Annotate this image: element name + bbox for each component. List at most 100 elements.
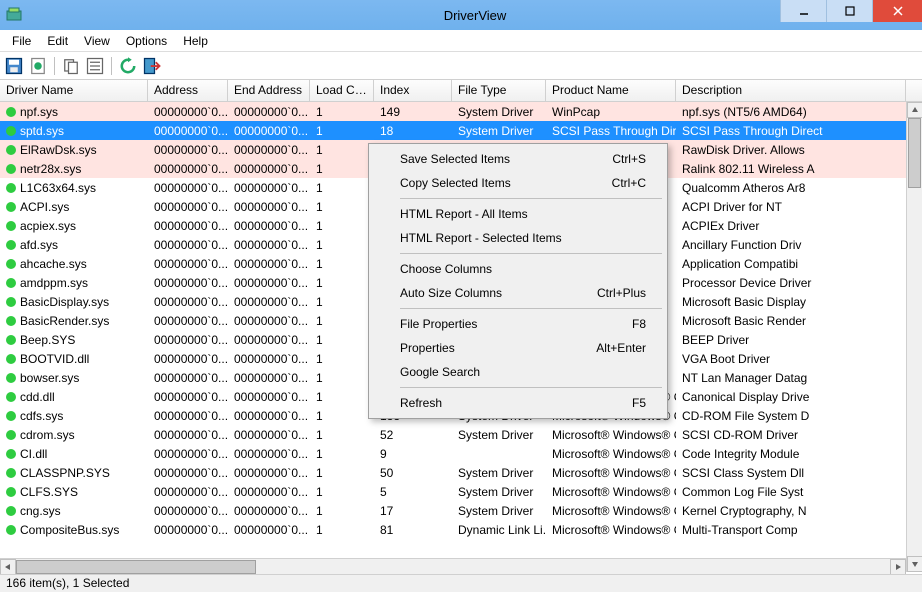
cell: 1 bbox=[310, 447, 374, 461]
menu-file[interactable]: File bbox=[4, 32, 39, 50]
cell: 00000000`0... bbox=[148, 371, 228, 385]
column-header[interactable]: Driver Name bbox=[0, 80, 148, 101]
cell: 81 bbox=[374, 523, 452, 537]
cell: 1 bbox=[310, 162, 374, 176]
cell: cng.sys bbox=[0, 504, 148, 518]
cell: bowser.sys bbox=[0, 371, 148, 385]
table-row[interactable]: cdrom.sys00000000`0...00000000`0...152Sy… bbox=[0, 425, 922, 444]
cell: Kernel Cryptography, N bbox=[676, 504, 906, 518]
cell: 5 bbox=[374, 485, 452, 499]
context-menu-item[interactable]: Choose Columns bbox=[372, 257, 664, 281]
htmlreport-icon[interactable] bbox=[28, 56, 48, 76]
table-row[interactable]: sptd.sys00000000`0...00000000`0...118Sys… bbox=[0, 121, 922, 140]
scroll-track[interactable] bbox=[16, 559, 890, 575]
properties-icon[interactable] bbox=[85, 56, 105, 76]
maximize-button[interactable] bbox=[826, 0, 872, 22]
cell: 00000000`0... bbox=[148, 181, 228, 195]
table-row[interactable]: cng.sys00000000`0...00000000`0...117Syst… bbox=[0, 501, 922, 520]
cell: 00000000`0... bbox=[228, 466, 310, 480]
cell: sptd.sys bbox=[0, 124, 148, 138]
cell: System Driver bbox=[452, 504, 546, 518]
driver-icon bbox=[6, 126, 16, 136]
driver-icon bbox=[6, 107, 16, 117]
cell: 1 bbox=[310, 181, 374, 195]
close-button[interactable] bbox=[872, 0, 922, 22]
cell: 1 bbox=[310, 276, 374, 290]
column-header[interactable]: Index bbox=[374, 80, 452, 101]
cell: Code Integrity Module bbox=[676, 447, 906, 461]
column-header[interactable]: File Type bbox=[452, 80, 546, 101]
scroll-left-button[interactable] bbox=[0, 559, 16, 575]
exit-icon[interactable] bbox=[142, 56, 162, 76]
context-menu-separator bbox=[400, 253, 662, 254]
menu-view[interactable]: View bbox=[76, 32, 118, 50]
menu-edit[interactable]: Edit bbox=[39, 32, 76, 50]
column-header[interactable]: Product Name bbox=[546, 80, 676, 101]
column-header[interactable]: Description bbox=[676, 80, 906, 101]
horizontal-scrollbar[interactable] bbox=[0, 558, 906, 574]
cell: 1 bbox=[310, 504, 374, 518]
context-menu-item[interactable]: Save Selected ItemsCtrl+S bbox=[372, 147, 664, 171]
driver-icon bbox=[6, 278, 16, 288]
column-header[interactable]: Address bbox=[148, 80, 228, 101]
context-menu-item[interactable]: RefreshF5 bbox=[372, 391, 664, 415]
context-menu-label: Properties bbox=[400, 341, 455, 355]
cell: 00000000`0... bbox=[228, 162, 310, 176]
table-row[interactable]: CompositeBus.sys00000000`0...00000000`0.… bbox=[0, 520, 922, 539]
cell: 1 bbox=[310, 523, 374, 537]
cell: 1 bbox=[310, 428, 374, 442]
cell: 1 bbox=[310, 352, 374, 366]
grid-header: Driver NameAddressEnd AddressLoad CountI… bbox=[0, 80, 922, 102]
menu-options[interactable]: Options bbox=[118, 32, 175, 50]
cell: 00000000`0... bbox=[148, 105, 228, 119]
save-icon[interactable] bbox=[4, 56, 24, 76]
cell: 52 bbox=[374, 428, 452, 442]
column-header[interactable]: End Address bbox=[228, 80, 310, 101]
cell: Microsoft Basic Display bbox=[676, 295, 906, 309]
context-menu-item[interactable]: Copy Selected ItemsCtrl+C bbox=[372, 171, 664, 195]
context-menu-item[interactable]: HTML Report - All Items bbox=[372, 202, 664, 226]
table-row[interactable]: CLFS.SYS00000000`0...00000000`0...15Syst… bbox=[0, 482, 922, 501]
refresh-icon[interactable] bbox=[118, 56, 138, 76]
menu-help[interactable]: Help bbox=[175, 32, 216, 50]
cell: 00000000`0... bbox=[148, 295, 228, 309]
scroll-right-button[interactable] bbox=[890, 559, 906, 575]
cell: 00000000`0... bbox=[148, 143, 228, 157]
table-row[interactable]: CLASSPNP.SYS00000000`0...00000000`0...15… bbox=[0, 463, 922, 482]
scroll-thumb[interactable] bbox=[908, 118, 921, 188]
cell: 00000000`0... bbox=[148, 257, 228, 271]
context-menu-separator bbox=[400, 198, 662, 199]
cell: 1 bbox=[310, 124, 374, 138]
copy-icon[interactable] bbox=[61, 56, 81, 76]
cell: 00000000`0... bbox=[228, 238, 310, 252]
cell: 1 bbox=[310, 143, 374, 157]
cell: 1 bbox=[310, 200, 374, 214]
cell: CLASSPNP.SYS bbox=[0, 466, 148, 480]
scroll-up-button[interactable] bbox=[907, 102, 922, 118]
column-header[interactable]: Load Count bbox=[310, 80, 374, 101]
cell: 1 bbox=[310, 314, 374, 328]
cell: cdd.dll bbox=[0, 390, 148, 404]
vertical-scrollbar[interactable] bbox=[906, 102, 922, 572]
cell: NT Lan Manager Datag bbox=[676, 371, 906, 385]
cell: 00000000`0... bbox=[148, 447, 228, 461]
cell: SCSI Pass Through Direct bbox=[546, 124, 676, 138]
cell: 00000000`0... bbox=[148, 238, 228, 252]
context-menu-item[interactable]: HTML Report - Selected Items bbox=[372, 226, 664, 250]
cell: SCSI Class System Dll bbox=[676, 466, 906, 480]
cell: L1C63x64.sys bbox=[0, 181, 148, 195]
scroll-down-button[interactable] bbox=[907, 556, 922, 572]
cell: 149 bbox=[374, 105, 452, 119]
driver-icon bbox=[6, 487, 16, 497]
minimize-button[interactable] bbox=[780, 0, 826, 22]
context-menu-item[interactable]: File PropertiesF8 bbox=[372, 312, 664, 336]
context-menu-item[interactable]: PropertiesAlt+Enter bbox=[372, 336, 664, 360]
context-menu-item[interactable]: Auto Size ColumnsCtrl+Plus bbox=[372, 281, 664, 305]
cell: System Driver bbox=[452, 124, 546, 138]
context-menu-item[interactable]: Google Search bbox=[372, 360, 664, 384]
context-menu-label: HTML Report - All Items bbox=[400, 207, 528, 221]
table-row[interactable]: CI.dll00000000`0...00000000`0...19Micros… bbox=[0, 444, 922, 463]
cell: 00000000`0... bbox=[228, 504, 310, 518]
scroll-thumb[interactable] bbox=[16, 560, 256, 574]
table-row[interactable]: npf.sys00000000`0...00000000`0...1149Sys… bbox=[0, 102, 922, 121]
